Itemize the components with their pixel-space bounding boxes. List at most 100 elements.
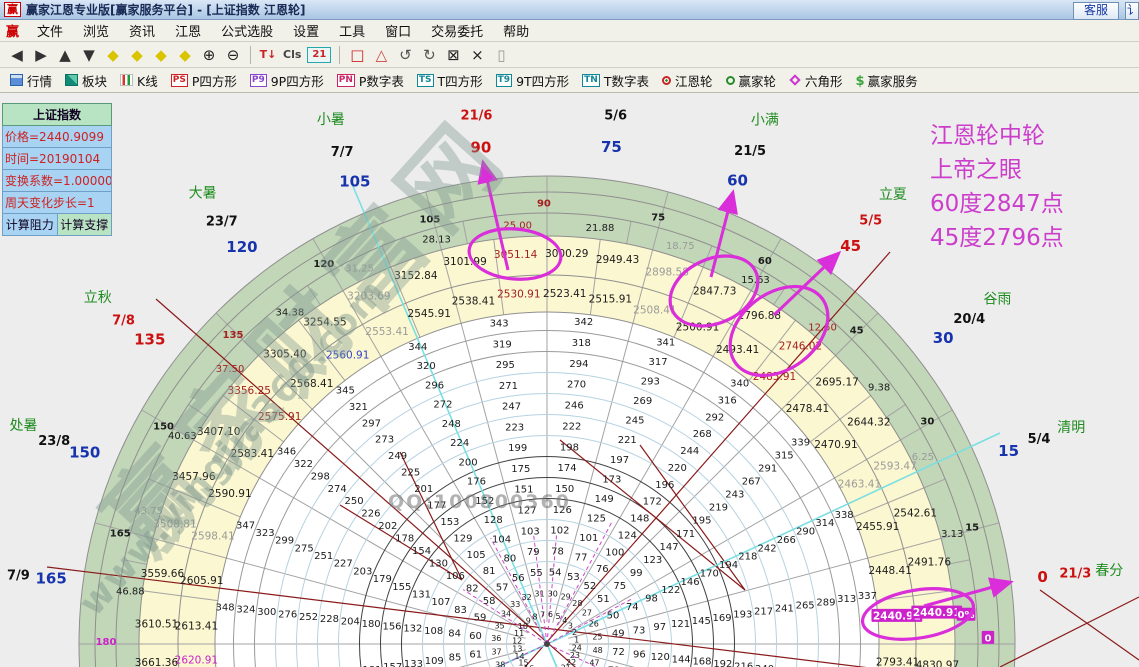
ribbon-item-行情[interactable]: 行情 <box>10 71 52 90</box>
svg-text:148: 148 <box>630 514 649 525</box>
svg-text:97: 97 <box>653 622 666 633</box>
cls-button[interactable]: Cls <box>283 45 301 65</box>
ribbon-item-T数字表[interactable]: TN T数字表 <box>582 71 649 90</box>
svg-text:153: 153 <box>440 517 459 528</box>
rotate-ccw-icon[interactable]: ↺ <box>396 45 414 65</box>
svg-text:5/4: 5/4 <box>1028 432 1051 447</box>
ribbon-items: 行情 板块 K线 PS P四方形 P9 9P四方形 PN P数字表 TS T四方形 T9 9T四方形 TN… <box>10 71 931 90</box>
svg-text:27: 27 <box>582 608 592 617</box>
zoom-out-icon[interactable]: ⊖ <box>224 45 242 65</box>
scale-arrows-icon[interactable]: T↓ <box>259 45 277 65</box>
shift-right-icon[interactable]: ◆ <box>128 45 146 65</box>
shift-down-icon[interactable]: ◆ <box>176 45 194 65</box>
svg-text:344: 344 <box>408 342 427 353</box>
menu-item-文件[interactable]: 文件 <box>29 20 71 41</box>
customer-service-button[interactable]: 客服 <box>1072 2 1119 20</box>
计算支撑-button[interactable]: 计算支撑 <box>57 214 112 236</box>
svg-text:297: 297 <box>362 418 381 429</box>
svg-text:35: 35 <box>494 621 504 630</box>
svg-text:79: 79 <box>527 547 540 558</box>
ribbon-item-赢家轮[interactable]: 赢家轮 <box>725 71 776 90</box>
calendar-21-icon[interactable]: 21 <box>307 46 332 63</box>
menu-item-江恩[interactable]: 江恩 <box>167 20 209 41</box>
svg-text:341: 341 <box>656 338 675 349</box>
ribbon-item-P数字表[interactable]: PN P数字表 <box>336 71 404 90</box>
svg-text:274: 274 <box>328 484 347 495</box>
ribbon-item-P四方形[interactable]: PS P四方形 <box>170 71 237 90</box>
计算阻力-button[interactable]: 计算阻力 <box>2 214 58 236</box>
svg-text:224: 224 <box>450 438 469 449</box>
svg-text:2847.73: 2847.73 <box>693 285 736 297</box>
menu-item-帮助[interactable]: 帮助 <box>495 20 537 41</box>
forward-icon[interactable]: ▶ <box>32 45 50 65</box>
svg-text:49: 49 <box>612 628 625 639</box>
instrument-name: 上证指数 <box>2 103 112 126</box>
svg-text:165: 165 <box>36 570 67 588</box>
triangle-tool-icon[interactable]: △ <box>372 45 390 65</box>
svg-text:2440.91: 2440.91 <box>913 607 961 619</box>
menu-item-工具[interactable]: 工具 <box>331 20 373 41</box>
shift-up-icon[interactable]: ◆ <box>152 45 170 65</box>
edge-partial-button[interactable]: 讠 <box>1125 2 1139 20</box>
svg-text:32: 32 <box>522 593 532 602</box>
ribbon-item-板块[interactable]: 板块 <box>65 71 107 90</box>
ribbon-item-赢家服务[interactable]: $ 赢家服务 <box>856 71 918 90</box>
svg-text:289: 289 <box>816 597 835 608</box>
svg-text:202: 202 <box>378 521 397 532</box>
svg-text:168: 168 <box>692 657 711 667</box>
svg-text:216: 216 <box>734 661 753 667</box>
menu-item-交易委托[interactable]: 交易委托 <box>423 20 491 41</box>
svg-text:228: 228 <box>320 614 339 625</box>
svg-text:300: 300 <box>257 607 276 618</box>
svg-text:156: 156 <box>382 621 401 632</box>
grid-box-icon[interactable]: ⊠ <box>444 45 462 65</box>
svg-text:122: 122 <box>661 585 680 596</box>
svg-text:0: 0 <box>984 633 991 644</box>
ribbon-item-T四方形[interactable]: TS T四方形 <box>416 71 483 90</box>
svg-text:30: 30 <box>548 589 558 598</box>
back-icon[interactable]: ◀ <box>8 45 26 65</box>
svg-text:100: 100 <box>605 547 624 558</box>
ribbon-item-K线[interactable]: K线 <box>120 71 158 90</box>
menu-item-公式选股[interactable]: 公式选股 <box>213 20 281 41</box>
pointer-up-icon[interactable]: ▲ <box>56 45 74 65</box>
cross-icon[interactable]: × <box>468 45 486 65</box>
svg-text:96: 96 <box>633 650 646 661</box>
svg-text:2695.17: 2695.17 <box>815 376 858 388</box>
svg-text:2491.76: 2491.76 <box>908 557 952 569</box>
rotate-cw-icon[interactable]: ↻ <box>420 45 438 65</box>
menu-item-资讯[interactable]: 资讯 <box>121 20 163 41</box>
svg-text:23/7: 23/7 <box>206 215 238 230</box>
menu-item-设置[interactable]: 设置 <box>285 20 327 41</box>
pointer-down-icon[interactable]: ▼ <box>80 45 98 65</box>
svg-text:322: 322 <box>294 459 313 470</box>
rect-tool-icon[interactable]: □ <box>348 45 366 65</box>
赢家服务-icon: $ <box>855 74 865 89</box>
menu-item-窗口[interactable]: 窗口 <box>377 20 419 41</box>
ribbon-item-9P四方形[interactable]: P9 9P四方形 <box>249 71 324 90</box>
svg-text:5: 5 <box>555 612 560 621</box>
gann-wheel-chart-area[interactable]: 1234567891011121314151617181920212223242… <box>0 93 1139 667</box>
svg-text:78: 78 <box>551 547 564 558</box>
svg-text:春分: 春分 <box>1095 563 1123 579</box>
zoom-in-icon[interactable]: ⊕ <box>200 45 218 65</box>
ribbon-item-六角形[interactable]: 六角形 <box>789 71 843 90</box>
menu-item-浏览[interactable]: 浏览 <box>75 20 117 41</box>
svg-text:276: 276 <box>278 609 297 620</box>
svg-text:198: 198 <box>560 442 579 453</box>
板块-icon <box>65 74 79 86</box>
svg-text:57: 57 <box>496 583 509 594</box>
svg-text:7: 7 <box>540 610 545 619</box>
clear-icon[interactable]: ▯ <box>492 45 510 65</box>
svg-text:99: 99 <box>630 568 643 579</box>
ribbon-item-江恩轮[interactable]: 江恩轮 <box>661 71 713 90</box>
svg-text:81: 81 <box>483 566 496 577</box>
svg-text:123: 123 <box>643 555 662 566</box>
svg-text:21/5: 21/5 <box>734 144 766 159</box>
ribbon-item-9T四方形[interactable]: T9 9T四方形 <box>495 71 569 90</box>
江恩轮-icon <box>661 75 671 85</box>
shift-left-icon[interactable]: ◆ <box>104 45 122 65</box>
svg-text:318: 318 <box>572 338 591 349</box>
svg-text:120: 120 <box>226 238 257 256</box>
svg-text:38: 38 <box>495 660 505 667</box>
